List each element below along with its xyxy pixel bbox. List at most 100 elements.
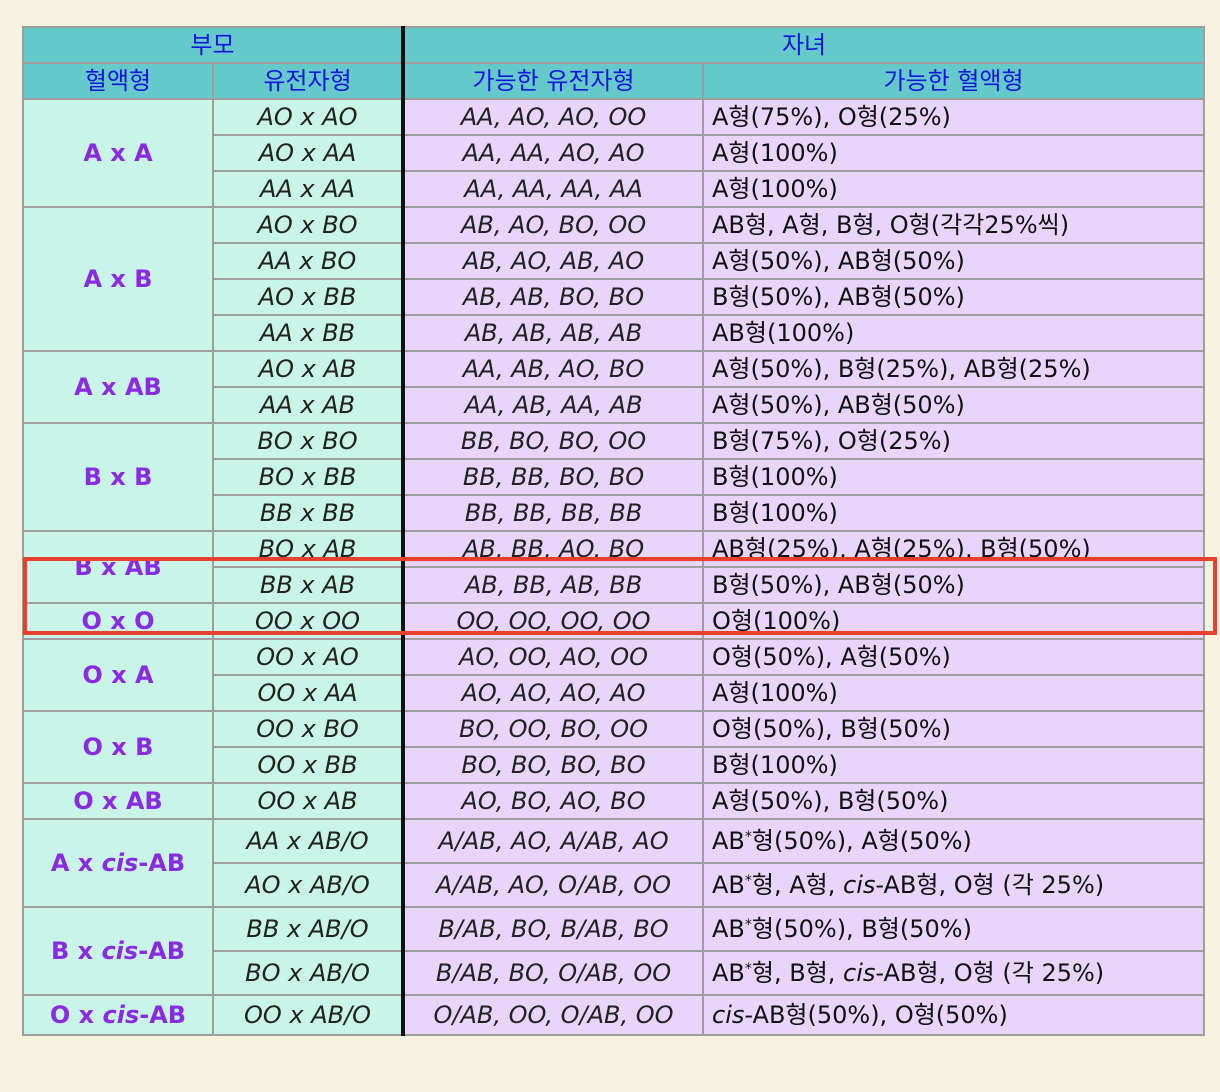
table-row: O x A OO x AO AO, OO, AO, OO O형(50%), A형… [22, 638, 1206, 712]
parent-blood-type-cell: O x B [22, 710, 214, 784]
parent-blood-type-cell: A x AB [22, 350, 214, 424]
parent-genotype-cell: AO x AB/O [211, 862, 405, 908]
parent-genotype-cell: OO x AB [211, 782, 405, 820]
child-genotype-cell: O/AB, OO, O/AB, OO [401, 994, 705, 1036]
child-genotype-cell: BO, BO, BO, BO [401, 746, 705, 784]
parent-blood-type-cell: B x cis-AB [22, 906, 214, 996]
child-blood-type-cell: A형(75%), O형(25%) [702, 98, 1206, 136]
parent-blood-type-cell: A x B [22, 206, 214, 352]
header-children: 자녀 [401, 26, 1206, 64]
parent-genotype-cell: AO x BB [211, 278, 405, 316]
child-genotype-cell: A/AB, AO, O/AB, OO [401, 862, 705, 908]
parent-genotype-cell: OO x AO [211, 638, 405, 676]
child-blood-type-cell: B형(50%), AB형(50%) [702, 566, 1206, 604]
parent-genotype-cell: AA x BO [211, 242, 405, 280]
child-blood-type-cell: AB*형, A형, cis-AB형, O형 (각 25%) [702, 862, 1206, 908]
child-blood-type-cell: A형(100%) [702, 134, 1206, 172]
parent-genotype-cell: AO x AA [211, 134, 405, 172]
child-blood-type-cell: AB*형(50%), B형(50%) [702, 906, 1206, 952]
header-blood-type: 혈액형 [22, 62, 214, 100]
child-genotype-cell: AO, BO, AO, BO [401, 782, 705, 820]
child-genotype-cell: AO, OO, AO, OO [401, 638, 705, 676]
blood-type-inheritance-table-wrapper: 부모 자녀 혈액형 유전자형 가능한 유전자형 가능한 혈액형 A x A AO… [21, 26, 1206, 1036]
parent-genotype-cell: BO x BB [211, 458, 405, 496]
child-genotype-cell: AB, AO, BO, OO [401, 206, 705, 244]
blood-type-inheritance-table: 부모 자녀 혈액형 유전자형 가능한 유전자형 가능한 혈액형 A x A AO… [21, 26, 1206, 1036]
child-blood-type-cell: cis-AB형(50%), O형(50%) [702, 994, 1206, 1036]
parent-genotype-cell: OO x AB/O [211, 994, 405, 1036]
table-row: A x cis-AB AA x AB/O A/AB, AO, A/AB, AO … [22, 818, 1206, 908]
child-blood-type-cell: O형(50%), A형(50%) [702, 638, 1206, 676]
child-blood-type-cell: AB형(25%), A형(25%), B형(50%) [702, 530, 1206, 568]
parent-genotype-cell: OO x BO [211, 710, 405, 748]
table-row: A x B AO x BO AB, AO, BO, OO AB형, A형, B형… [22, 206, 1206, 352]
parent-genotype-cell: AO x BO [211, 206, 405, 244]
child-blood-type-cell: AB*형(50%), A형(50%) [702, 818, 1206, 864]
child-genotype-cell: AA, AB, AO, BO [401, 350, 705, 388]
parent-blood-type-cell: O x cis-AB [22, 994, 214, 1036]
child-blood-type-cell: B형(100%) [702, 746, 1206, 784]
header-possible-blood-type: 가능한 혈액형 [702, 62, 1206, 100]
parent-genotype-cell: BO x BO [211, 422, 405, 460]
parent-genotype-cell: OO x AA [211, 674, 405, 712]
header-row-top: 부모 자녀 [21, 26, 1206, 64]
parent-blood-type-cell: B x AB [22, 530, 214, 604]
parent-blood-type-cell: B x B [22, 422, 214, 532]
child-genotype-cell: B/AB, BO, B/AB, BO [401, 906, 705, 952]
child-blood-type-cell: A형(100%) [702, 170, 1206, 208]
child-genotype-cell: A/AB, AO, A/AB, AO [401, 818, 705, 864]
child-blood-type-cell: A형(100%) [702, 674, 1206, 712]
child-blood-type-cell: AB형(100%) [702, 314, 1206, 352]
parent-blood-type-cell: A x cis-AB [22, 818, 214, 908]
child-genotype-cell: AA, AA, AO, AO [401, 134, 705, 172]
child-genotype-cell: AB, AB, AB, AB [401, 314, 705, 352]
child-blood-type-cell: A형(50%), B형(25%), AB형(25%) [702, 350, 1206, 388]
parent-genotype-cell: BB x BB [211, 494, 405, 532]
table-row: O x cis-AB OO x AB/O O/AB, OO, O/AB, OO … [22, 994, 1206, 1036]
table-row: A x A AO x AO AA, AO, AO, OO A형(75%), O형… [22, 98, 1206, 208]
parent-genotype-cell: BO x AB/O [211, 950, 405, 996]
child-blood-type-cell: B형(50%), AB형(50%) [702, 278, 1206, 316]
table-row: O x B OO x BO BO, OO, BO, OO O형(50%), B형… [22, 710, 1206, 784]
child-blood-type-cell: O형(100%) [702, 602, 1206, 640]
parent-genotype-cell: OO x BB [211, 746, 405, 784]
child-blood-type-cell: O형(50%), B형(50%) [702, 710, 1206, 748]
child-blood-type-cell: B형(100%) [702, 458, 1206, 496]
child-blood-type-cell: A형(50%), B형(50%) [702, 782, 1206, 820]
parent-genotype-cell: BB x AB/O [211, 906, 405, 952]
parent-genotype-cell: AA x BB [211, 314, 405, 352]
parent-genotype-cell: AA x AB [211, 386, 405, 424]
table-row: B x AB BO x AB AB, BB, AO, BO AB형(25%), … [22, 530, 1206, 604]
parent-genotype-cell: AA x AA [211, 170, 405, 208]
table-row: O x O OO x OO OO, OO, OO, OO O형(100%) [22, 602, 1206, 640]
child-blood-type-cell: B형(100%) [702, 494, 1206, 532]
parent-genotype-cell: AO x AO [211, 98, 405, 136]
child-genotype-cell: AA, AA, AA, AA [401, 170, 705, 208]
header-row-sub: 혈액형 유전자형 가능한 유전자형 가능한 혈액형 [22, 62, 1206, 100]
child-genotype-cell: B/AB, BO, O/AB, OO [401, 950, 705, 996]
parent-blood-type-cell: A x A [22, 98, 214, 208]
child-genotype-cell: BO, OO, BO, OO [401, 710, 705, 748]
child-genotype-cell: AA, AO, AO, OO [401, 98, 705, 136]
parent-genotype-cell: BO x AB [211, 530, 405, 568]
table-row: B x cis-AB BB x AB/O B/AB, BO, B/AB, BO … [22, 906, 1206, 996]
child-blood-type-cell: AB*형, B형, cis-AB형, O형 (각 25%) [702, 950, 1206, 996]
parent-genotype-cell: AA x AB/O [211, 818, 405, 864]
child-blood-type-cell: A형(50%), AB형(50%) [702, 242, 1206, 280]
child-blood-type-cell: AB형, A형, B형, O형(각각25%씩) [702, 206, 1206, 244]
child-genotype-cell: BB, BO, BO, OO [401, 422, 705, 460]
parent-blood-type-cell: O x AB [22, 782, 214, 820]
table-row: O x AB OO x AB AO, BO, AO, BO A형(50%), B… [22, 782, 1206, 820]
child-genotype-cell: AB, BB, AO, BO [401, 530, 705, 568]
child-genotype-cell: AB, AO, AB, AO [401, 242, 705, 280]
table-row: B x B BO x BO BB, BO, BO, OO B형(75%), O형… [22, 422, 1206, 532]
parent-blood-type-cell: O x A [22, 638, 214, 712]
child-blood-type-cell: A형(50%), AB형(50%) [702, 386, 1206, 424]
child-genotype-cell: BB, BB, BB, BB [401, 494, 705, 532]
child-genotype-cell: AB, AB, BO, BO [401, 278, 705, 316]
child-genotype-cell: AO, AO, AO, AO [401, 674, 705, 712]
header-possible-genotype: 가능한 유전자형 [401, 62, 705, 100]
table-row: A x AB AO x AB AA, AB, AO, BO A형(50%), B… [22, 350, 1206, 424]
parent-genotype-cell: OO x OO [211, 602, 405, 640]
child-genotype-cell: AB, BB, AB, BB [401, 566, 705, 604]
